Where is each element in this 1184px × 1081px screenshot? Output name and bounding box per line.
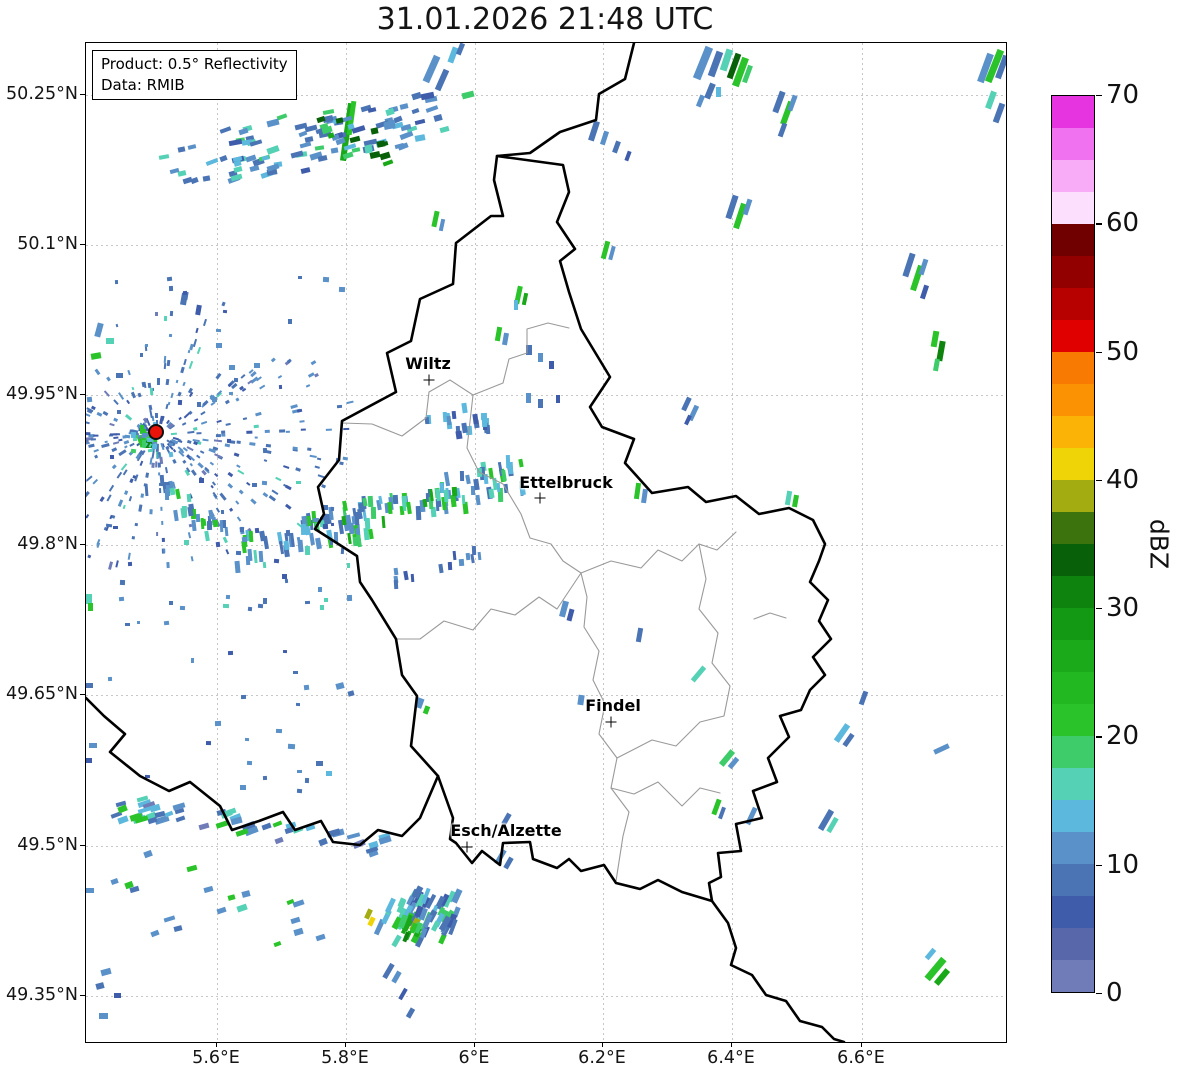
y-axis-tick-label: 49.8°N	[17, 534, 78, 554]
x-axis-tick-label: 6.2°E	[578, 1048, 626, 1068]
colorbar-band	[1052, 287, 1094, 320]
y-axis-tick-label: 49.95°N	[6, 384, 78, 404]
colorbar-band	[1052, 831, 1094, 864]
colorbar-tick-mark	[1096, 608, 1102, 610]
x-axis-tick-label: 6°E	[458, 1048, 490, 1068]
colorbar-tick-label: 70	[1106, 80, 1140, 110]
product-info-box: Product: 0.5° Reflectivity Data: RMIB	[92, 50, 297, 101]
colorbar-band	[1052, 959, 1094, 992]
city-label: Esch/Alzette	[450, 821, 562, 840]
colorbar-band	[1052, 255, 1094, 288]
colorbar-band	[1052, 447, 1094, 480]
y-axis-tick-mark	[80, 244, 85, 246]
city-marker	[534, 492, 546, 504]
x-axis-tick-label: 5.8°E	[321, 1048, 369, 1068]
colorbar-tick-mark	[1096, 864, 1102, 866]
radar-site-marker	[148, 424, 164, 440]
city-marker	[423, 374, 435, 386]
x-axis-tick-mark	[474, 1042, 476, 1047]
y-axis-tick-mark	[80, 995, 85, 997]
colorbar-band	[1052, 191, 1094, 224]
colorbar-tick-mark	[1096, 351, 1102, 353]
product-info-line1: Product: 0.5° Reflectivity	[101, 55, 288, 73]
y-axis-tick-label: 50.1°N	[17, 234, 78, 254]
colorbar-band	[1052, 895, 1094, 928]
colorbar-band	[1052, 703, 1094, 736]
colorbar-band	[1052, 799, 1094, 832]
colorbar-band	[1052, 96, 1094, 128]
colorbar-band	[1052, 127, 1094, 160]
x-axis-tick-label: 5.6°E	[192, 1048, 240, 1068]
x-axis-tick-mark	[861, 1042, 863, 1047]
colorbar-band	[1052, 383, 1094, 416]
colorbar-tick-label: 40	[1106, 464, 1140, 495]
colorbar-tick-mark	[1096, 479, 1102, 482]
y-axis-tick-mark	[80, 394, 85, 396]
colorbar-units-label: dBZ	[1144, 518, 1174, 570]
colorbar-tick-mark	[1096, 223, 1102, 225]
y-axis-tick-mark	[80, 845, 85, 847]
colorbar	[1051, 95, 1095, 993]
x-axis-tick-mark	[216, 1042, 218, 1047]
colorbar-tick-mark	[1096, 736, 1102, 738]
x-axis-tick-mark	[345, 1042, 347, 1047]
colorbar-band	[1052, 511, 1094, 544]
city-label: Findel	[585, 696, 641, 715]
y-axis-tick-label: 49.5°N	[17, 835, 78, 855]
colorbar-band	[1052, 607, 1094, 640]
colorbar-band	[1052, 927, 1094, 960]
x-axis-tick-mark	[731, 1042, 733, 1047]
colorbar-band	[1052, 671, 1094, 704]
colorbar-tick-label: 20	[1106, 721, 1140, 752]
y-axis-tick-mark	[80, 544, 85, 546]
y-axis-tick-label: 49.65°N	[6, 684, 78, 704]
city-marker	[605, 716, 617, 728]
colorbar-band	[1052, 351, 1094, 384]
x-axis-tick-label: 6.6°E	[837, 1048, 885, 1068]
colorbar-tick-label: 60	[1106, 208, 1140, 239]
colorbar-band	[1052, 479, 1094, 512]
colorbar-tick-mark	[1096, 95, 1102, 97]
radar-page: 31.01.2026 21:48 UTC Wiltz Ettelbruck Fi…	[0, 0, 1184, 1081]
colorbar-tick-label: 10	[1106, 849, 1140, 880]
colorbar-band	[1052, 319, 1094, 352]
x-axis-tick-mark	[602, 1042, 604, 1047]
colorbar-tick-label: 50	[1106, 336, 1140, 367]
city-label: Wiltz	[405, 354, 451, 373]
colorbar-band	[1052, 223, 1094, 256]
colorbar-band	[1052, 863, 1094, 896]
city-layer: Wiltz Ettelbruck Findel Esch/Alzette	[86, 43, 1006, 1042]
y-axis-tick-label: 50.25°N	[6, 84, 78, 104]
colorbar-band	[1052, 639, 1094, 672]
x-axis-tick-label: 6.4°E	[707, 1048, 755, 1068]
colorbar-band	[1052, 735, 1094, 768]
colorbar-band	[1052, 159, 1094, 192]
colorbar-band	[1052, 415, 1094, 448]
y-axis-tick-mark	[80, 94, 85, 96]
colorbar-tick-label: 0	[1106, 978, 1123, 1008]
page-title: 31.01.2026 21:48 UTC	[376, 2, 714, 37]
colorbar-band	[1052, 767, 1094, 800]
colorbar-band	[1052, 543, 1094, 576]
map-panel: Wiltz Ettelbruck Findel Esch/Alzette Produc…	[85, 42, 1007, 1043]
colorbar-band	[1052, 575, 1094, 608]
y-axis-tick-label: 49.35°N	[6, 985, 78, 1005]
colorbar-tick-label: 30	[1106, 593, 1140, 624]
city-label: Ettelbruck	[519, 473, 613, 492]
product-info-line2: Data: RMIB	[101, 75, 185, 94]
colorbar-tick-mark	[1096, 993, 1102, 995]
city-marker	[461, 841, 473, 853]
y-axis-tick-mark	[80, 694, 85, 696]
